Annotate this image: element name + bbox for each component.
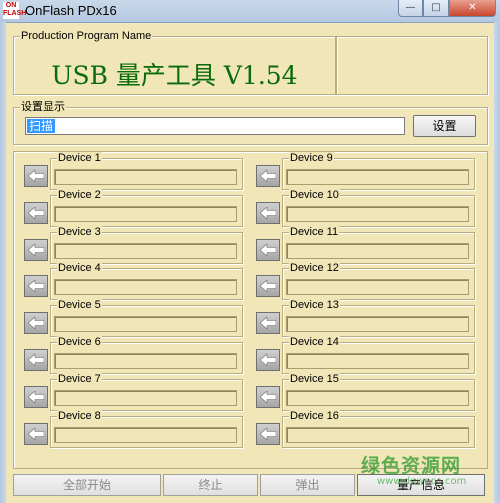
device-6-label: Device 6 (57, 336, 102, 348)
title-bar[interactable]: ON FLASH OnFlash PDx16 — □ ✕ (0, 0, 500, 23)
device-15-arrow-icon[interactable] (256, 385, 280, 408)
device-11-status-field (286, 242, 469, 259)
device-14-status-field (286, 353, 469, 369)
device-12-group: Device 12 (282, 262, 475, 301)
device-5-arrow-icon[interactable] (24, 312, 48, 335)
maximize-button[interactable]: □ (423, 0, 449, 17)
device-6-group: Device 6 (50, 336, 243, 374)
device-16-status-field (286, 426, 469, 443)
device-10-label: Device 10 (289, 188, 340, 201)
window-title: OnFlash PDx16 (25, 3, 117, 18)
device-16-arrow-icon[interactable] (256, 422, 280, 445)
device-12-status-field (286, 279, 469, 296)
device-14-label: Device 14 (289, 336, 340, 348)
device-7-arrow-icon[interactable] (24, 385, 48, 408)
device-3-status-field (54, 242, 237, 259)
close-button[interactable]: ✕ (449, 0, 496, 17)
device-3-arrow-icon[interactable] (24, 238, 48, 261)
device-1-group: Device 1 (50, 152, 243, 190)
settings-display-value: 扫描 (27, 119, 56, 133)
watermark-url: www.downcc.com (377, 476, 467, 487)
device-3-group: Device 3 (50, 225, 243, 264)
device-6-arrow-icon[interactable] (24, 349, 48, 371)
production-program-label: Production Program Name (20, 30, 153, 42)
production-program-group: Production Program Name USB 量产工具 V1.54 (13, 30, 336, 95)
device-9-group: Device 9 (282, 152, 475, 190)
device-14-arrow-icon[interactable] (256, 349, 280, 371)
device-12-label: Device 12 (289, 262, 340, 275)
device-11-arrow-icon[interactable] (256, 238, 280, 261)
device-13-status-field (286, 316, 469, 333)
device-13-label: Device 13 (289, 299, 340, 312)
device-10-status-field (286, 205, 469, 222)
device-2-status-field (54, 205, 237, 222)
device-1-arrow-icon[interactable] (24, 165, 48, 187)
device-16-label: Device 16 (289, 409, 340, 422)
device-7-label: Device 7 (57, 372, 102, 385)
device-8-arrow-icon[interactable] (24, 422, 48, 445)
window-left-border (0, 22, 6, 503)
device-2-arrow-icon[interactable] (24, 201, 48, 224)
device-4-arrow-icon[interactable] (24, 275, 48, 298)
device-8-group: Device 8 (50, 409, 243, 448)
device-15-label: Device 15 (289, 372, 340, 385)
device-4-label: Device 4 (57, 262, 102, 275)
device-6-status-field (54, 353, 237, 369)
device-7-status-field (54, 389, 237, 406)
program-title: USB 量产工具 V1.54 (51, 61, 298, 90)
watermark: 绿色资源网 (361, 455, 462, 477)
device-10-group: Device 10 (282, 188, 475, 227)
device-16-group: Device 16 (282, 409, 475, 448)
device-1-status-field (54, 169, 237, 185)
device-4-group: Device 4 (50, 262, 243, 301)
device-13-group: Device 13 (282, 299, 475, 338)
stop-button[interactable]: 终止 (163, 474, 258, 496)
window-right-border (494, 22, 500, 503)
device-3-label: Device 3 (57, 225, 102, 238)
device-9-arrow-icon[interactable] (256, 165, 280, 187)
device-9-label: Device 9 (289, 152, 334, 164)
device-15-group: Device 15 (282, 372, 475, 411)
device-2-group: Device 2 (50, 188, 243, 227)
device-13-arrow-icon[interactable] (256, 312, 280, 335)
device-1-label: Device 1 (57, 152, 102, 164)
device-11-label: Device 11 (289, 225, 340, 238)
device-8-status-field (54, 426, 237, 443)
device-10-arrow-icon[interactable] (256, 201, 280, 224)
device-5-status-field (54, 316, 237, 333)
device-7-group: Device 7 (50, 372, 243, 411)
device-14-group: Device 14 (282, 336, 475, 374)
device-4-status-field (54, 279, 237, 296)
app-logo-icon: ON FLASH (3, 2, 27, 19)
device-5-group: Device 5 (50, 299, 243, 338)
device-15-status-field (286, 389, 469, 406)
settings-button[interactable]: 设置 (413, 115, 476, 137)
settings-display-field[interactable]: 扫描 (25, 117, 405, 135)
eject-button[interactable]: 弹出 (260, 474, 355, 496)
device-9-status-field (286, 169, 469, 185)
start-all-button[interactable]: 全部开始 (13, 474, 161, 496)
production-info-panel (336, 36, 488, 95)
device-5-label: Device 5 (57, 299, 102, 312)
device-2-label: Device 2 (57, 188, 102, 201)
settings-display-label: 设置显示 (20, 101, 66, 113)
minimize-button[interactable]: — (398, 0, 423, 17)
device-11-group: Device 11 (282, 225, 475, 264)
device-12-arrow-icon[interactable] (256, 275, 280, 298)
device-8-label: Device 8 (57, 409, 102, 422)
